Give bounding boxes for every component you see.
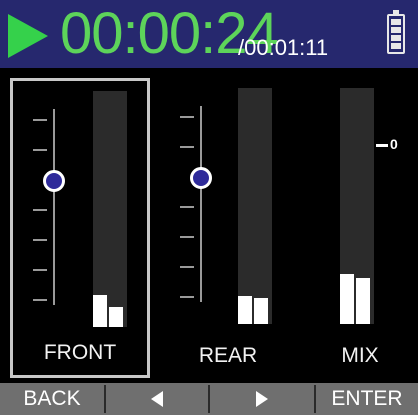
level-meter	[93, 91, 127, 327]
fader-tick	[180, 206, 194, 208]
fader-tick	[180, 236, 194, 238]
enter-button[interactable]: ENTER	[316, 383, 418, 415]
softkey-bar: BACK ENTER	[0, 383, 418, 415]
zero-marker	[376, 144, 388, 147]
meter-right-bar	[254, 298, 268, 324]
fader-tick	[180, 116, 194, 118]
channel-label: MIX	[341, 344, 379, 367]
meter-right-bar	[109, 307, 123, 327]
right-arrow-icon	[256, 391, 268, 407]
fader-tick	[33, 119, 47, 121]
left-arrow-icon	[151, 391, 163, 407]
battery-icon	[387, 10, 405, 54]
fader-knob[interactable]	[190, 167, 212, 189]
zero-label: 0	[390, 136, 398, 152]
device-screen: 00:00:24 /00:01:11 FRONT REAR 0 MIX BACK…	[0, 0, 418, 415]
right-button[interactable]	[210, 383, 314, 415]
fader-tick	[180, 146, 194, 148]
fader-tick	[33, 269, 47, 271]
level-meter	[340, 88, 374, 324]
fader-tick	[180, 266, 194, 268]
left-button[interactable]	[106, 383, 208, 415]
fader-tick	[33, 239, 47, 241]
back-button[interactable]: BACK	[0, 383, 104, 415]
fader-knob[interactable]	[43, 170, 65, 192]
total-time: /00:01:11	[238, 35, 329, 60]
meter-left-bar	[93, 295, 107, 327]
meter-right-bar	[356, 278, 370, 324]
meter-left-bar	[340, 274, 354, 324]
level-meter	[238, 88, 272, 324]
fader-tick	[180, 296, 194, 298]
channel-mix[interactable]: 0 MIX	[288, 78, 418, 378]
meter-left-bar	[238, 296, 252, 324]
fader-track	[53, 109, 55, 305]
fader-tick	[33, 209, 47, 211]
play-icon	[8, 14, 48, 58]
channel-label: REAR	[198, 344, 258, 367]
fader-track	[200, 106, 202, 302]
channel-rear[interactable]: REAR	[158, 78, 298, 378]
transport-header: 00:00:24 /00:01:11	[0, 0, 418, 68]
fader-tick	[33, 149, 47, 151]
fader-tick	[33, 299, 47, 301]
channel-label: FRONT	[43, 341, 117, 364]
channel-front[interactable]: FRONT	[10, 78, 150, 378]
